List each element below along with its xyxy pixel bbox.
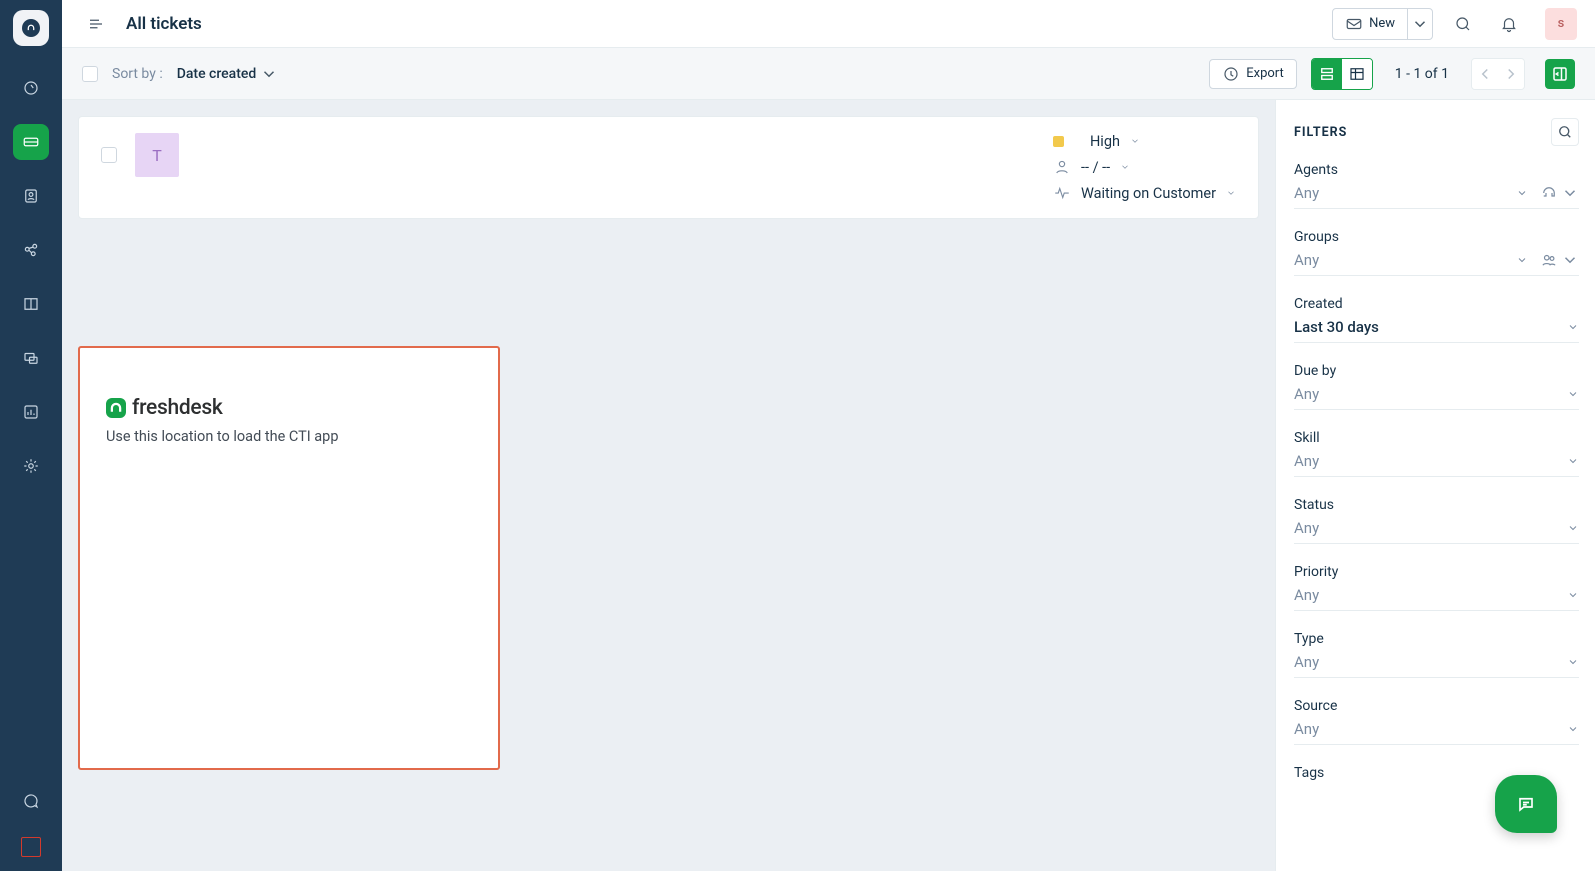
chevron-down-icon [1516, 254, 1528, 266]
sort-by-label: Sort by : [112, 66, 163, 82]
filter-status: Status Any [1294, 497, 1579, 544]
filter-created-select[interactable]: Last 30 days [1294, 318, 1561, 336]
filter-groups: Groups Any [1294, 229, 1579, 276]
cti-app-placeholder-panel: freshdesk Use this location to load the … [78, 346, 500, 770]
chevron-down-icon [1567, 589, 1579, 601]
filter-agents-me-button[interactable] [1540, 184, 1579, 202]
filters-title: FILTERS [1294, 125, 1347, 140]
chevron-down-icon [1567, 388, 1579, 400]
notifications-button[interactable] [1493, 8, 1525, 40]
menu-toggle-button[interactable] [80, 8, 112, 40]
card-view-button[interactable] [1312, 59, 1342, 89]
chat-widget-button[interactable] [1495, 775, 1557, 833]
filter-source-select[interactable]: Any [1294, 720, 1561, 738]
nav-tickets[interactable] [13, 124, 49, 160]
new-ticket-dropdown[interactable] [1408, 9, 1432, 39]
ticket-card[interactable]: T High -- / -- [78, 116, 1259, 219]
sort-by-dropdown[interactable]: Date created [177, 65, 279, 83]
filter-skill-select[interactable]: Any [1294, 452, 1561, 470]
filter-search-button[interactable] [1551, 118, 1579, 146]
top-bar: All tickets New s [62, 0, 1595, 48]
filter-type-select[interactable]: Any [1294, 653, 1561, 671]
headset-icon [1540, 184, 1558, 202]
ticket-select-checkbox[interactable] [101, 147, 117, 163]
ticket-priority-dropdown[interactable]: High [1053, 133, 1236, 150]
content-area: T High -- / -- [62, 100, 1595, 871]
pagination-text: 1 - 1 of 1 [1395, 66, 1449, 82]
people-icon [1540, 251, 1558, 269]
new-button-label: New [1369, 16, 1395, 31]
filter-type: Type Any [1294, 631, 1579, 678]
nav-contacts[interactable] [13, 178, 49, 214]
freshdesk-logo-icon [106, 398, 126, 418]
nav-analytics[interactable] [13, 394, 49, 430]
chevron-down-icon [1516, 187, 1528, 199]
page-title: All tickets [126, 14, 202, 34]
filter-due-by: Due by Any [1294, 363, 1579, 410]
priority-indicator-icon [1053, 136, 1064, 147]
filter-groups-select[interactable]: Any [1294, 251, 1510, 269]
filter-source: Source Any [1294, 698, 1579, 745]
list-toolbar: Sort by : Date created Export 1 - 1 of 1 [62, 48, 1595, 100]
select-all-checkbox[interactable] [82, 66, 98, 82]
brand-logo[interactable] [13, 10, 49, 46]
ticket-requester-avatar: T [135, 133, 179, 177]
filter-skill: Skill Any [1294, 430, 1579, 477]
filter-agents-select[interactable]: Any [1294, 184, 1510, 202]
chevron-down-icon [1567, 522, 1579, 534]
filter-priority-select[interactable]: Any [1294, 586, 1561, 604]
filter-status-select[interactable]: Any [1294, 519, 1561, 537]
cti-brand-text: freshdesk [132, 396, 223, 420]
ticket-list-area: T High -- / -- [62, 100, 1275, 871]
activity-icon [1053, 184, 1071, 202]
next-page-button[interactable] [1498, 59, 1524, 89]
table-view-button[interactable] [1342, 59, 1372, 89]
filter-agents: Agents Any [1294, 162, 1579, 209]
global-search-button[interactable] [1447, 8, 1479, 40]
user-avatar[interactable]: s [1545, 8, 1577, 40]
toggle-filters-button[interactable] [1545, 59, 1575, 89]
filter-created: Created Last 30 days [1294, 296, 1579, 343]
nav-admin[interactable] [13, 448, 49, 484]
chevron-down-icon [1567, 321, 1579, 333]
nav-app-highlight-icon[interactable] [21, 837, 41, 857]
ticket-status-dropdown[interactable]: Waiting on Customer [1053, 184, 1236, 202]
view-toggle [1311, 58, 1373, 90]
export-button[interactable]: Export [1209, 59, 1297, 89]
nav-feedback[interactable] [13, 783, 49, 819]
cti-description: Use this location to load the CTI app [106, 428, 478, 445]
agent-icon [1053, 158, 1071, 176]
filter-due-by-select[interactable]: Any [1294, 385, 1561, 403]
nav-chat[interactable] [13, 340, 49, 376]
left-nav-rail [0, 0, 62, 871]
nav-automations[interactable] [13, 232, 49, 268]
filter-priority: Priority Any [1294, 564, 1579, 611]
new-ticket-button[interactable]: New [1333, 9, 1408, 39]
chevron-down-icon [1567, 455, 1579, 467]
chevron-down-icon [1567, 656, 1579, 668]
filters-panel: FILTERS Agents Any Groups [1275, 100, 1595, 871]
nav-dashboard[interactable] [13, 70, 49, 106]
nav-solutions[interactable] [13, 286, 49, 322]
pager [1471, 58, 1525, 90]
chevron-down-icon [1567, 723, 1579, 735]
ticket-assignee-dropdown[interactable]: -- / -- [1053, 158, 1236, 176]
prev-page-button[interactable] [1472, 59, 1498, 89]
new-ticket-button-group: New [1332, 8, 1433, 40]
filter-groups-me-button[interactable] [1540, 251, 1579, 269]
